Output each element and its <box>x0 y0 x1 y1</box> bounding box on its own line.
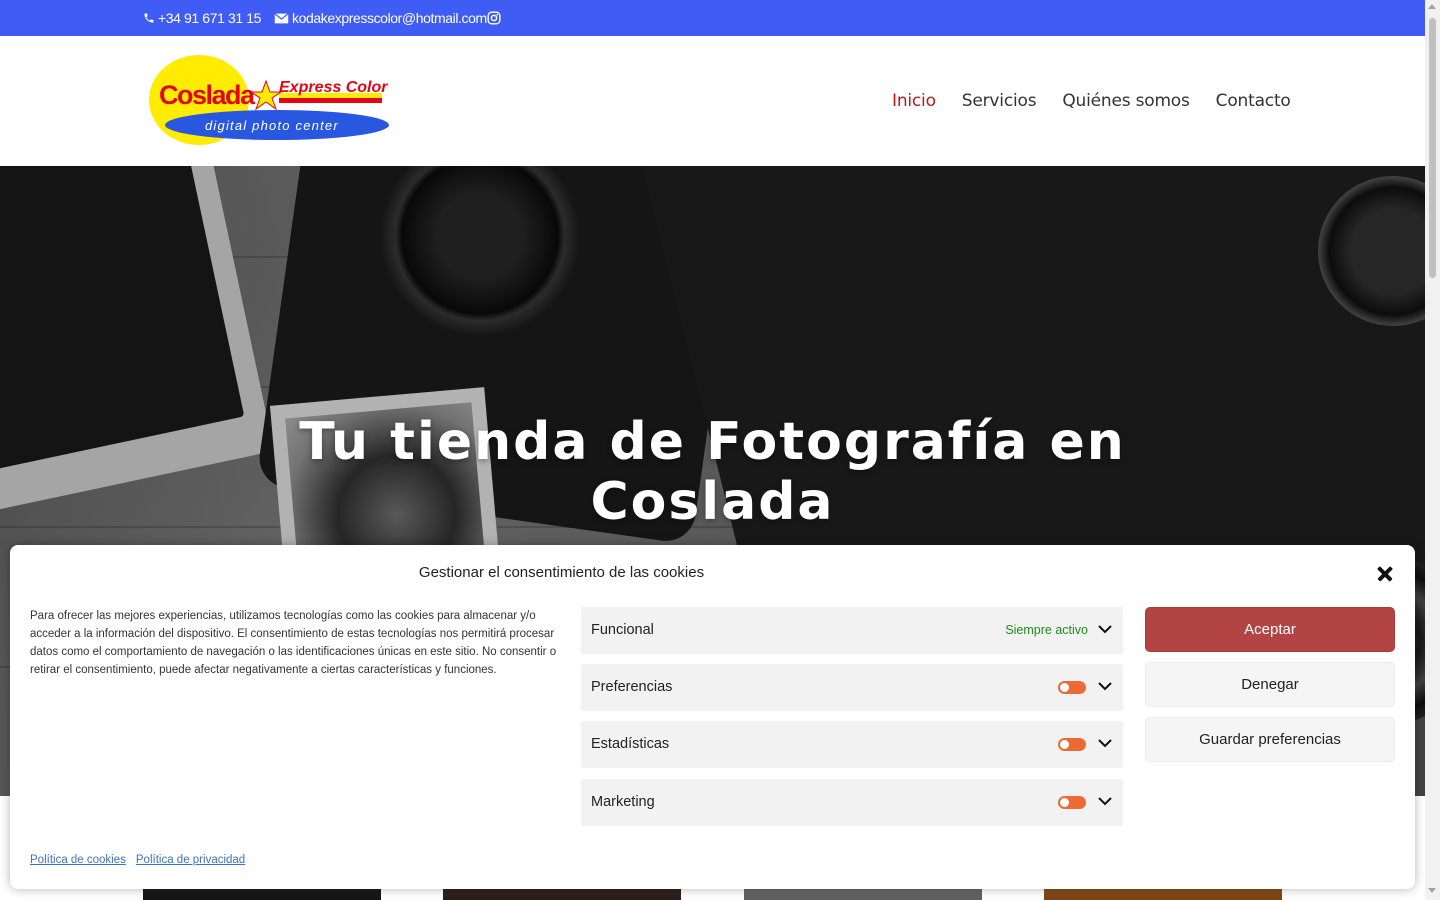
category-label: Marketing <box>591 794 655 810</box>
close-icon[interactable] <box>1374 563 1396 585</box>
scroll-up-icon[interactable] <box>1428 4 1436 9</box>
nav-item-servicios[interactable]: Servicios <box>962 91 1037 111</box>
site-logo[interactable]: Coslada Express Color digital photo cent… <box>147 54 392 149</box>
instagram-link[interactable] <box>487 11 501 25</box>
cookie-policy-link[interactable]: Política de cookies <box>30 854 126 866</box>
policy-links: Política de cookies Política de privacid… <box>30 854 245 866</box>
phone-icon <box>144 13 154 23</box>
instagram-icon <box>487 11 501 25</box>
category-label: Funcional <box>591 622 654 638</box>
logo-graphic: Coslada Express Color digital photo cent… <box>149 55 389 145</box>
top-contact-bar: +34 91 671 31 15 kodakexpresscolor@hotma… <box>0 0 1425 36</box>
chevron-down-icon[interactable] <box>1097 621 1113 637</box>
category-label: Estadísticas <box>591 736 670 752</box>
estadisticas-toggle[interactable] <box>1058 738 1086 751</box>
marketing-toggle[interactable] <box>1058 796 1086 809</box>
cookie-category-funcional[interactable]: Funcional Siempre activo <box>581 607 1123 654</box>
mail-icon <box>274 12 289 23</box>
preferencias-toggle[interactable] <box>1058 681 1086 694</box>
cookie-category-marketing[interactable]: Marketing <box>581 779 1123 826</box>
accept-button[interactable]: Aceptar <box>1145 607 1395 652</box>
cookie-category-estadisticas[interactable]: Estadísticas <box>581 721 1123 768</box>
cookie-category-preferencias[interactable]: Preferencias <box>581 664 1123 711</box>
cookie-consent-dialog: Gestionar el consentimiento de las cooki… <box>10 545 1415 889</box>
hero-title: Tu tienda de Fotografía en Coslada <box>0 412 1425 532</box>
email-contact[interactable]: kodakexpresscolor@hotmail.com <box>274 10 487 26</box>
save-preferences-button[interactable]: Guardar preferencias <box>1145 717 1395 762</box>
logo-main-text: Coslada <box>159 80 256 110</box>
category-label: Preferencias <box>591 679 673 695</box>
cookie-dialog-title: Gestionar el consentimiento de las cooki… <box>418 564 705 581</box>
logo-tagline: digital photo center <box>205 118 339 133</box>
always-active-label: Siempre activo <box>1005 623 1088 637</box>
chevron-down-icon[interactable] <box>1097 735 1113 751</box>
scrollbar-thumb[interactable] <box>1429 18 1436 278</box>
phone-number: +34 91 671 31 15 <box>158 10 261 26</box>
chevron-down-icon[interactable] <box>1097 793 1113 809</box>
scroll-down-icon[interactable] <box>1428 888 1436 893</box>
site-header: Coslada Express Color digital photo cent… <box>0 36 1425 166</box>
hero-title-line2: Coslada <box>590 472 835 532</box>
privacy-policy-link[interactable]: Política de privacidad <box>136 854 245 866</box>
logo-sub-text: Express Color <box>279 79 388 96</box>
chevron-down-icon[interactable] <box>1097 678 1113 694</box>
nav-item-quienes-somos[interactable]: Quiénes somos <box>1062 91 1190 111</box>
cookie-description: Para ofrecer las mejores experiencias, u… <box>30 610 557 676</box>
phone-contact[interactable]: +34 91 671 31 15 <box>143 10 261 26</box>
nav-item-inicio[interactable]: Inicio <box>892 91 936 111</box>
main-nav: Inicio Servicios Quiénes somos Contacto <box>892 91 1291 111</box>
email-address: kodakexpresscolor@hotmail.com <box>292 10 487 26</box>
deny-button[interactable]: Denegar <box>1145 662 1395 707</box>
hero-title-line1: Tu tienda de Fotografía en <box>299 412 1126 472</box>
nav-item-contacto[interactable]: Contacto <box>1216 91 1291 111</box>
